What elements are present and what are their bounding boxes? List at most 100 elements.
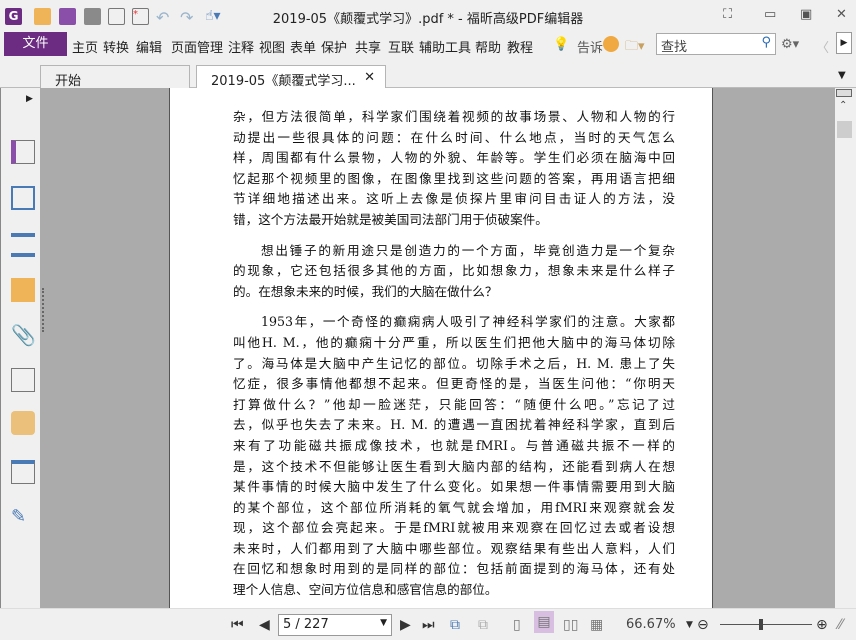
zoom-level[interactable]: 66.67%	[626, 617, 676, 632]
certify-icon[interactable]: ✎	[11, 506, 35, 530]
expand-panel-icon[interactable]: ▶	[26, 94, 33, 104]
next-view-icon[interactable]: ⧉	[478, 617, 488, 633]
text-line: 叫他H. M.，他的癫痫十分严重，所以医生们把他大脑中的海马体切除	[233, 334, 675, 350]
zoom-slider-thumb[interactable]	[759, 619, 764, 630]
bookmark-icon[interactable]	[11, 140, 35, 164]
text-line: 杂，但方法很简单，科学家们围绕着视频的故事场景、人物和人物的行	[233, 109, 675, 124]
maximize-button[interactable]: ▣	[800, 7, 812, 22]
page-dropdown-icon[interactable]: ▼	[380, 618, 387, 628]
close-button[interactable]: ✕	[836, 7, 847, 22]
page-number-input[interactable]: 5 / 227 ▼	[278, 614, 392, 636]
tab-list-dropdown-icon[interactable]: ▼	[838, 70, 846, 81]
text-line: 1953年，一个奇怪的癫痫病人吸引了神经科学家们的注意。大家都	[261, 314, 675, 330]
close-tab-icon[interactable]: ✕	[364, 70, 375, 85]
continuous-page-icon[interactable]: ▤	[534, 611, 554, 633]
first-page-icon[interactable]: ⏮	[231, 617, 244, 633]
text-line: 理个人信息、空间方位信息和感官信息的部位。	[233, 582, 498, 598]
document-viewer[interactable]: 杂，但方法很简单，科学家们围绕着视频的故事场景、人物和人物的行 动提出一些很具体的…	[40, 88, 835, 608]
resize-grip-icon[interactable]: ⁄⁄	[838, 617, 843, 633]
menu-item[interactable]: 表单	[290, 37, 316, 56]
menu-item[interactable]: 视图	[259, 37, 285, 56]
security-lock-icon[interactable]	[11, 411, 35, 435]
status-bar: ⏮ ◀ 5 / 227 ▼ ▶ ⏭ ⧉ ⧉ ▯ ▤ ▯▯ ▦ 66.67% ▼ ⊖…	[0, 608, 856, 640]
text-line: 未来时，人们都用到了大脑中哪些部位。观察结果有些出人意料，人们	[233, 540, 675, 556]
feedback-icon[interactable]	[603, 36, 619, 52]
comments-icon[interactable]	[11, 278, 35, 302]
menu-item[interactable]: 编辑	[136, 37, 162, 56]
continuous-facing-icon[interactable]: ▦	[590, 617, 603, 633]
tab-label: 2019-05《颠覆式学习...	[211, 74, 356, 89]
menu-item[interactable]: 共享	[355, 37, 381, 56]
title-bar: G * ↶ ↷ ☝▾ 2019-05《颠覆式学习》.pdf * - 福昕高级PD…	[0, 0, 856, 32]
text-line: 想出锤子的新用途只是创造力的一个方面，毕竟创造力是一个复杂	[261, 242, 675, 258]
pdf-page: 杂，但方法很简单，科学家们围绕着视频的故事场景、人物和人物的行 动提出一些很具体的…	[169, 88, 713, 608]
previous-view-icon[interactable]: ⧉	[450, 617, 460, 633]
text-line: 动提出一些很具体的问题：在什么时间、什么地点，当时的天气怎么	[233, 129, 675, 145]
menu-item[interactable]: 教程	[507, 37, 533, 56]
menu-item[interactable]: 转换	[103, 37, 129, 56]
scroll-up-icon[interactable]: ⌃	[839, 100, 847, 111]
search-placeholder: 查找	[661, 40, 688, 55]
menu-item[interactable]: 帮助	[475, 37, 501, 56]
text-line: 的现象，它还包括很多其他的方面，比如想象力，想象未来是什么样子	[233, 263, 675, 279]
page-text: 杂，但方法很简单，科学家们围绕着视频的故事场景、人物和人物的行 动提出一些很具体的…	[233, 107, 675, 601]
next-page-icon[interactable]: ▶	[400, 617, 411, 633]
text-line: 错，这个方法最开始就是被美国司法部门用于侦破案件。	[233, 211, 548, 227]
zoom-in-icon[interactable]: ⊕	[816, 617, 828, 633]
text-line: 了。海马体是大脑中产生记忆的部位。切除手术之后，H. M. 患上了失	[233, 355, 675, 371]
text-line: 忆症，很多事情他都想不起来。但更奇怪的是，当医生问他：“你明天	[233, 376, 675, 392]
menu-item[interactable]: 辅助工具	[419, 37, 471, 56]
text-line: 的。在想象未来的时候，我们的大脑在做什么？	[233, 283, 498, 299]
menu-item[interactable]: 互联	[388, 37, 414, 56]
tab-document[interactable]: 2019-05《颠覆式学习... ✕	[196, 65, 386, 89]
text-line: 去，似乎也失去了未来。H. M. 的遭遇一直困扰着神经科学家，直到后	[233, 417, 675, 433]
pages-icon[interactable]	[11, 186, 35, 210]
settings-icon[interactable]: ⚙▾	[781, 37, 799, 52]
vertical-scrollbar[interactable]: ⌃	[835, 88, 853, 608]
page-number-value: 5 / 227	[283, 617, 329, 632]
navigation-panel: ▶ 📎 ✎	[0, 88, 40, 608]
last-page-icon[interactable]: ⏭	[422, 617, 435, 633]
menu-item[interactable]: 主页	[72, 37, 98, 56]
text-line: 某件事情的时候大脑中发生了什么变化。如果想一件事情需要用到大脑	[233, 479, 675, 495]
fullscreen-icon[interactable]: ⛶	[723, 7, 732, 22]
menu-item[interactable]: 保护	[321, 37, 347, 56]
file-menu-button[interactable]: 文件	[4, 32, 67, 56]
panel-resize-handle[interactable]	[42, 288, 45, 332]
single-page-icon[interactable]: ▯	[513, 617, 521, 633]
scroll-thumb[interactable]	[837, 121, 852, 138]
search-input[interactable]: 查找 ⚲	[656, 33, 776, 55]
tab-start[interactable]: 开始	[40, 65, 190, 89]
text-line: 来有了功能磁共振成像技术，也就是fMRI。与普通磁共振不一样的	[233, 437, 675, 453]
tell-me-label[interactable]: 告诉	[577, 37, 603, 56]
text-line: 节详细地描述出来。这听上去像是侦探片里审问目击证人的方法，没	[233, 191, 675, 207]
text-line: 的某个部位，这个部位所消耗的氧气就会增加，用fMRI来观察就会发	[233, 499, 675, 515]
menu-item[interactable]: 注释	[228, 37, 254, 56]
text-line: 样，周围都有什么景物，人物的外貌、年龄等。学生们必须在脑海中回	[233, 150, 675, 166]
text-line: 是，这个技术不但能够让医生看到大脑内部的结构，还能看到病人在想	[233, 458, 675, 474]
text-line: 现，这个部位会亮起来。于是fMRI就被用来观察在回忆过去或者设想	[233, 520, 675, 536]
attachments-icon[interactable]: 📎	[11, 323, 36, 347]
search-icon[interactable]: ⚲	[761, 35, 771, 50]
previous-page-icon[interactable]: ◀	[259, 617, 270, 633]
zoom-out-icon[interactable]: ⊖	[697, 617, 709, 633]
find-folder-icon[interactable]: 🗀▾	[625, 37, 645, 59]
minimize-button[interactable]: ▭	[764, 7, 776, 22]
ribbon-scroll-left-icon[interactable]: 〈	[816, 37, 829, 56]
menu-item[interactable]: 页面管理	[171, 37, 223, 56]
tab-label: 开始	[55, 74, 82, 89]
zoom-dropdown-icon[interactable]: ▼	[686, 620, 693, 630]
zoom-slider[interactable]	[720, 619, 812, 630]
form-fields-icon[interactable]	[11, 460, 35, 484]
text-line: 在回忆和想象时用到的是同样的部位：包括前面提到的海马体，还有处	[233, 561, 675, 577]
ribbon-scroll-right-button[interactable]: ▶	[836, 32, 852, 54]
lightbulb-icon: 💡	[553, 37, 570, 52]
layers-icon[interactable]	[11, 233, 35, 257]
ribbon-menu: 文件 主页 转换 编辑 页面管理 注释 视图 表单 保护 共享 互联 辅助工具 帮助 教程 💡 告诉 🗀…	[0, 32, 856, 58]
signature-icon[interactable]	[11, 368, 35, 392]
facing-pages-icon[interactable]: ▯▯	[563, 617, 578, 633]
scroll-split-handle[interactable]	[836, 89, 852, 97]
document-tabs: 开始 2019-05《颠覆式学习... ✕ ▼	[0, 62, 856, 89]
